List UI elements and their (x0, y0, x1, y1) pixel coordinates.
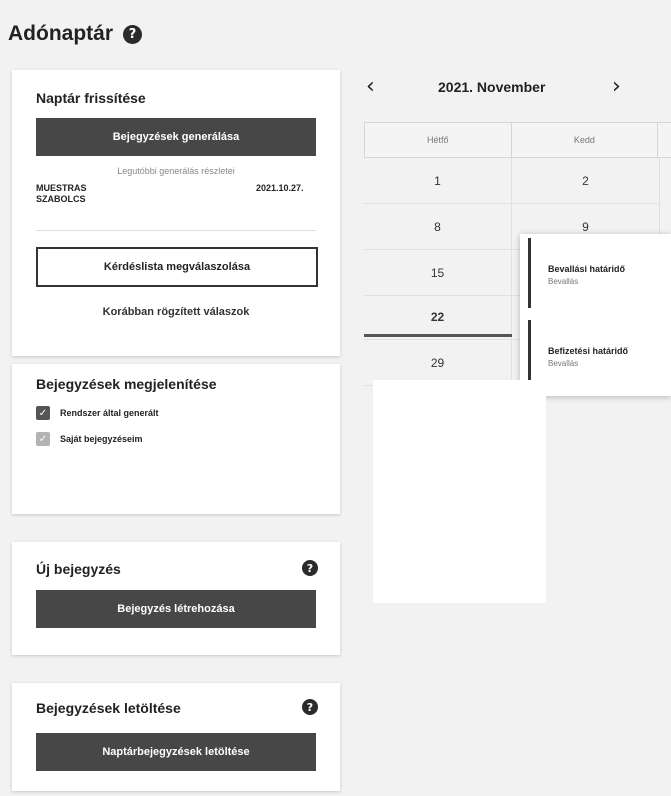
event-item[interactable]: Befizetési határidő Bevallás (528, 320, 668, 390)
weekday-cut-off (658, 123, 671, 157)
previous-answers-link[interactable]: Korábban rögzített válaszok (36, 306, 316, 318)
event-marker (528, 238, 531, 308)
option-label: Saját bejegyzéseim (60, 434, 143, 444)
event-title: Bevallási határidő (548, 264, 626, 274)
calendar-day-cell-today[interactable]: 22 (364, 294, 512, 339)
help-icon[interactable]: ? (302, 699, 318, 715)
event-item[interactable]: Bevallási határidő Bevallás (528, 238, 668, 308)
help-icon[interactable]: ? (302, 560, 318, 576)
calendar-month-label: 2021. November (438, 79, 546, 95)
new-entry-card: Új bejegyzés ? Bejegyzés létrehozása (12, 542, 340, 655)
option-system-generated[interactable]: ✓ Rendszer által generált (36, 406, 159, 420)
download-card-title: Bejegyzések letöltése (36, 700, 181, 716)
event-title: Befizetési határidő (548, 346, 629, 356)
last-generation-label: Legutóbbi generálás részletei (117, 166, 235, 176)
weekday-monday: Hétfő (365, 123, 512, 157)
help-icon[interactable]: ? (123, 24, 142, 44)
option-own-entries[interactable]: ✓ Saját bejegyzéseim (36, 432, 143, 446)
calendar-day-cell[interactable]: 8 (364, 204, 512, 249)
events-popup: Bevallási határidő Bevallás Befizetési h… (520, 234, 671, 396)
event-type: Bevallás (548, 277, 579, 286)
empty-panel (373, 380, 546, 603)
create-entry-button[interactable]: Bejegyzés létrehozása (36, 590, 316, 628)
download-entries-card: Bejegyzések letöltése ? Naptárbejegyzése… (12, 683, 340, 791)
weekday-tuesday: Kedd (512, 123, 659, 157)
divider (36, 230, 316, 231)
page-header: Adónaptár ? (8, 22, 142, 46)
generate-entries-button[interactable]: Bejegyzések generálása (36, 118, 316, 156)
new-entry-card-title: Új bejegyzés (36, 561, 121, 577)
answer-questionnaire-button[interactable]: Kérdéslista megválaszolása (36, 247, 318, 287)
today-indicator (364, 334, 512, 337)
event-type: Bevallás (548, 359, 579, 368)
display-entries-card: Bejegyzések megjelenítése ✓ Rendszer ált… (12, 364, 340, 514)
calendar-day-cell[interactable]: 2 (512, 158, 660, 203)
chevron-left-icon[interactable]: ‹ (366, 74, 375, 99)
page-title: Adónaptár (8, 22, 113, 45)
generation-date: 2021.10.27. (256, 183, 304, 193)
chevron-right-icon[interactable]: › (612, 74, 621, 99)
calendar-day-cell[interactable]: 29 (364, 340, 512, 385)
option-label: Rendszer által generált (60, 408, 159, 418)
display-card-title: Bejegyzések megjelenítése (36, 376, 217, 392)
calendar-day-cell[interactable]: 15 (364, 250, 512, 295)
download-entries-button[interactable]: Naptárbejegyzések letöltése (36, 733, 316, 771)
calendar-weekday-header: Hétfő Kedd (364, 122, 671, 158)
checkbox-checked-icon[interactable]: ✓ (36, 406, 50, 420)
calendar-day-cell[interactable]: 1 (364, 158, 512, 203)
user-name: MUESTRAS SZABOLCS (36, 183, 87, 204)
checkbox-checked-icon[interactable]: ✓ (36, 432, 50, 446)
refresh-card-title: Naptár frissítése (36, 90, 146, 106)
refresh-calendar-card: Naptár frissítése Bejegyzések generálása… (12, 70, 340, 356)
calendar-week-row: 1 2 (364, 158, 660, 204)
